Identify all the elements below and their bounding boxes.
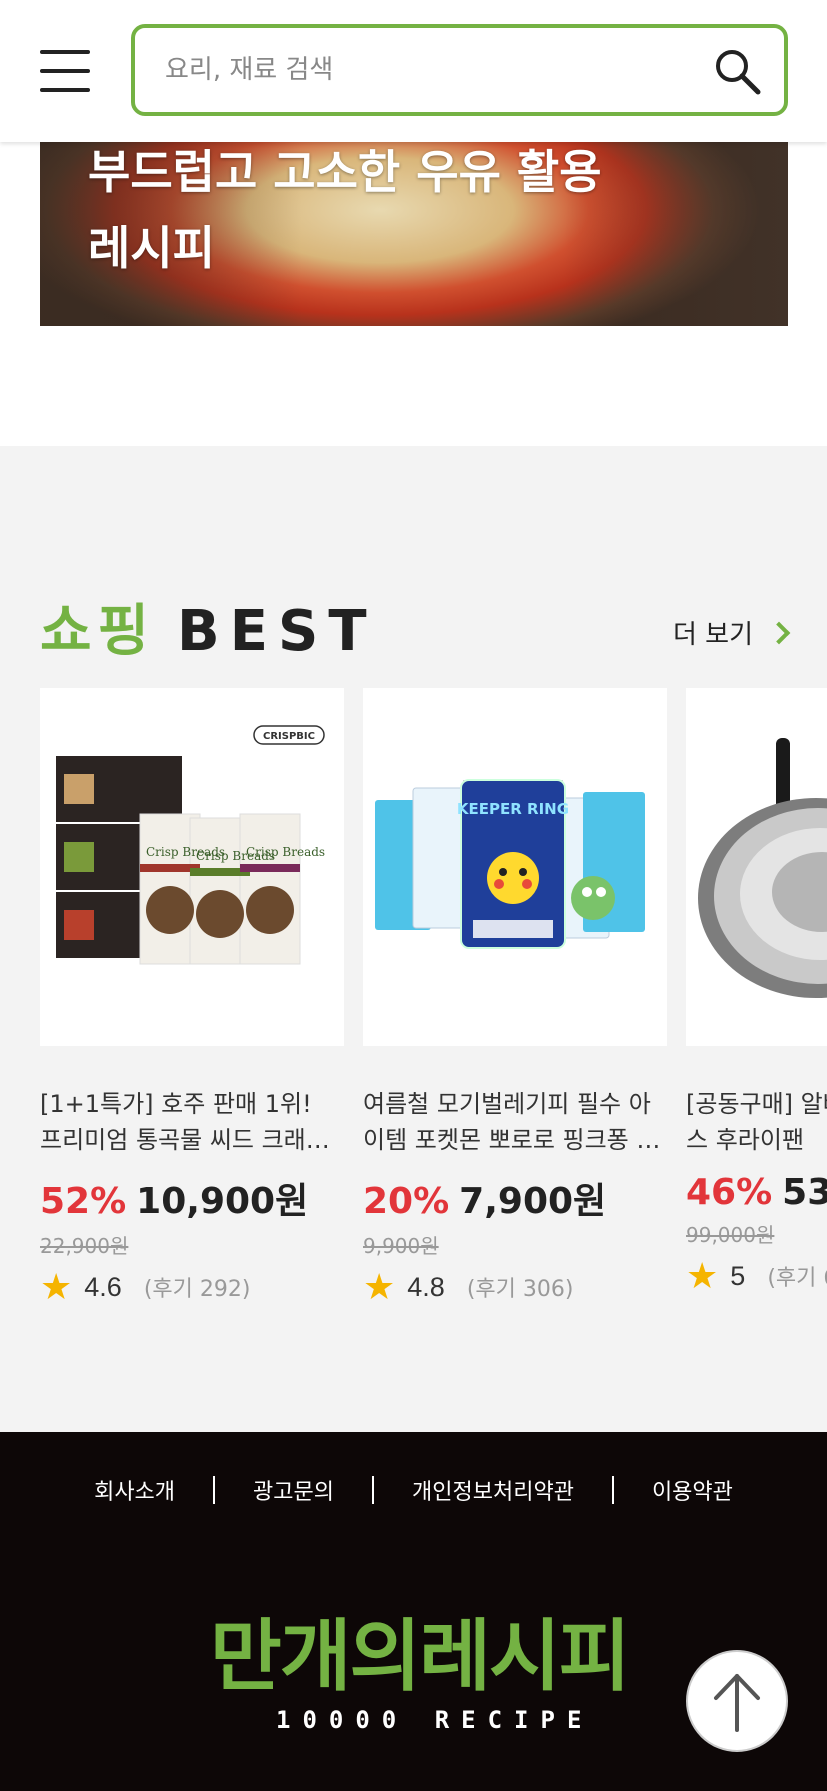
logo-subtext: 10000 RECIPE — [276, 1706, 594, 1734]
discount-rate: 52% — [40, 1181, 127, 1222]
footer-link-privacy[interactable]: 개인정보처리약관 — [374, 1474, 612, 1506]
rating-row: ★ 4.8 (후기 306) — [363, 1269, 667, 1305]
section-title-green: 쇼핑 — [40, 599, 156, 664]
footer-links: 회사소개 광고문의 개인정보처리약관 이용약관 — [0, 1474, 827, 1506]
package-label: KEEPER RING — [457, 800, 569, 818]
arrow-up-icon — [714, 1674, 760, 1732]
brand-label: CRISPBIC — [263, 731, 315, 742]
price-row: 52% 10,900원 — [40, 1172, 344, 1224]
product-image[interactable] — [686, 688, 827, 1046]
review-count: (후기 292) — [143, 1277, 251, 1302]
star-icon: ★ — [686, 1255, 719, 1296]
box-label-3: Crisp Breads — [246, 845, 325, 859]
search-input[interactable] — [165, 46, 685, 94]
star-icon: ★ — [40, 1266, 73, 1307]
sale-price: 53,0 — [782, 1172, 827, 1213]
patch-image: KEEPER RING — [375, 779, 645, 949]
rating-score: 4.6 — [84, 1271, 122, 1302]
original-price: 99,000원 — [686, 1223, 775, 1247]
rating-score: 4.8 — [407, 1271, 445, 1302]
footer-link-company[interactable]: 회사소개 — [56, 1474, 213, 1506]
chevron-right-icon — [767, 621, 791, 644]
hamburger-menu-icon[interactable] — [40, 50, 90, 92]
rating-row: ★ 5 (후기 6 — [686, 1258, 827, 1294]
top-header — [0, 0, 827, 142]
more-link-label: 더 보기 — [672, 620, 753, 650]
sale-price: 10,900원 — [136, 1181, 309, 1222]
shopping-best-section: 쇼핑 BEST 더 보기 CRISPBIC Crisp Breads Crisp … — [0, 446, 827, 1432]
more-link[interactable]: 더 보기 — [672, 614, 791, 651]
original-price: 9,900원 — [363, 1234, 439, 1258]
review-count: (후기 6 — [767, 1266, 827, 1291]
scroll-top-button[interactable] — [686, 1650, 788, 1752]
product-card[interactable]: KEEPER RING 여름철 모기벌레기피 필수 아이템 포켓몬 뽀로로 핑크… — [363, 688, 667, 1305]
price-row: 20% 7,900원 — [363, 1172, 667, 1224]
section-title-black: BEST — [177, 599, 377, 664]
search-box[interactable] — [131, 24, 788, 116]
star-icon: ★ — [363, 1266, 396, 1307]
product-image[interactable]: CRISPBIC Crisp Breads Crisp Breads Crisp… — [40, 688, 344, 1046]
sale-price: 7,900원 — [459, 1181, 607, 1222]
product-image[interactable]: KEEPER RING — [363, 688, 667, 1046]
discount-rate: 20% — [363, 1181, 450, 1222]
product-name[interactable]: 여름철 모기벌레기피 필수 아이템 포켓몬 뽀로로 핑크퐁 키퍼링 패치 — [363, 1086, 663, 1158]
rating-row: ★ 4.6 (후기 292) — [40, 1269, 344, 1305]
logo-text: 만개의레시피 — [210, 1612, 631, 1702]
footer-link-terms[interactable]: 이용약관 — [614, 1474, 771, 1506]
search-icon[interactable] — [712, 46, 762, 96]
frying-pan-image — [698, 738, 827, 998]
recipe-banner[interactable]: 부드럽고 고소한 우유 활용 레시피 — [40, 120, 788, 326]
review-count: (후기 306) — [466, 1277, 574, 1302]
crispbread-image: CRISPBIC Crisp Breads Crisp Breads Crisp… — [56, 725, 325, 965]
product-card[interactable]: [공동구매] 알베르 네 디펜더스 후라이팬 46%53,0 99,000원 ★… — [686, 688, 827, 1294]
footer-link-ads[interactable]: 광고문의 — [215, 1474, 372, 1506]
rating-score: 5 — [730, 1260, 746, 1291]
discount-rate: 46% — [686, 1172, 773, 1213]
site-logo[interactable]: 만개의레시피 10000 RECIPE — [210, 1594, 631, 1744]
product-card[interactable]: CRISPBIC Crisp Breads Crisp Breads Crisp… — [40, 688, 344, 1305]
product-name[interactable]: [1+1특가] 호주 판매 1위! 프리미엄 통곡물 씨드 크래커 크리스피 브… — [40, 1086, 340, 1158]
price-row: 46%53,0 — [686, 1172, 827, 1213]
product-name[interactable]: [공동구매] 알베르 네 디펜더스 후라이팬 — [686, 1086, 827, 1158]
original-price: 22,900원 — [40, 1234, 129, 1258]
banner-title: 부드럽고 고소한 우유 활용 레시피 — [88, 145, 602, 275]
section-title: 쇼핑 BEST — [40, 586, 377, 667]
